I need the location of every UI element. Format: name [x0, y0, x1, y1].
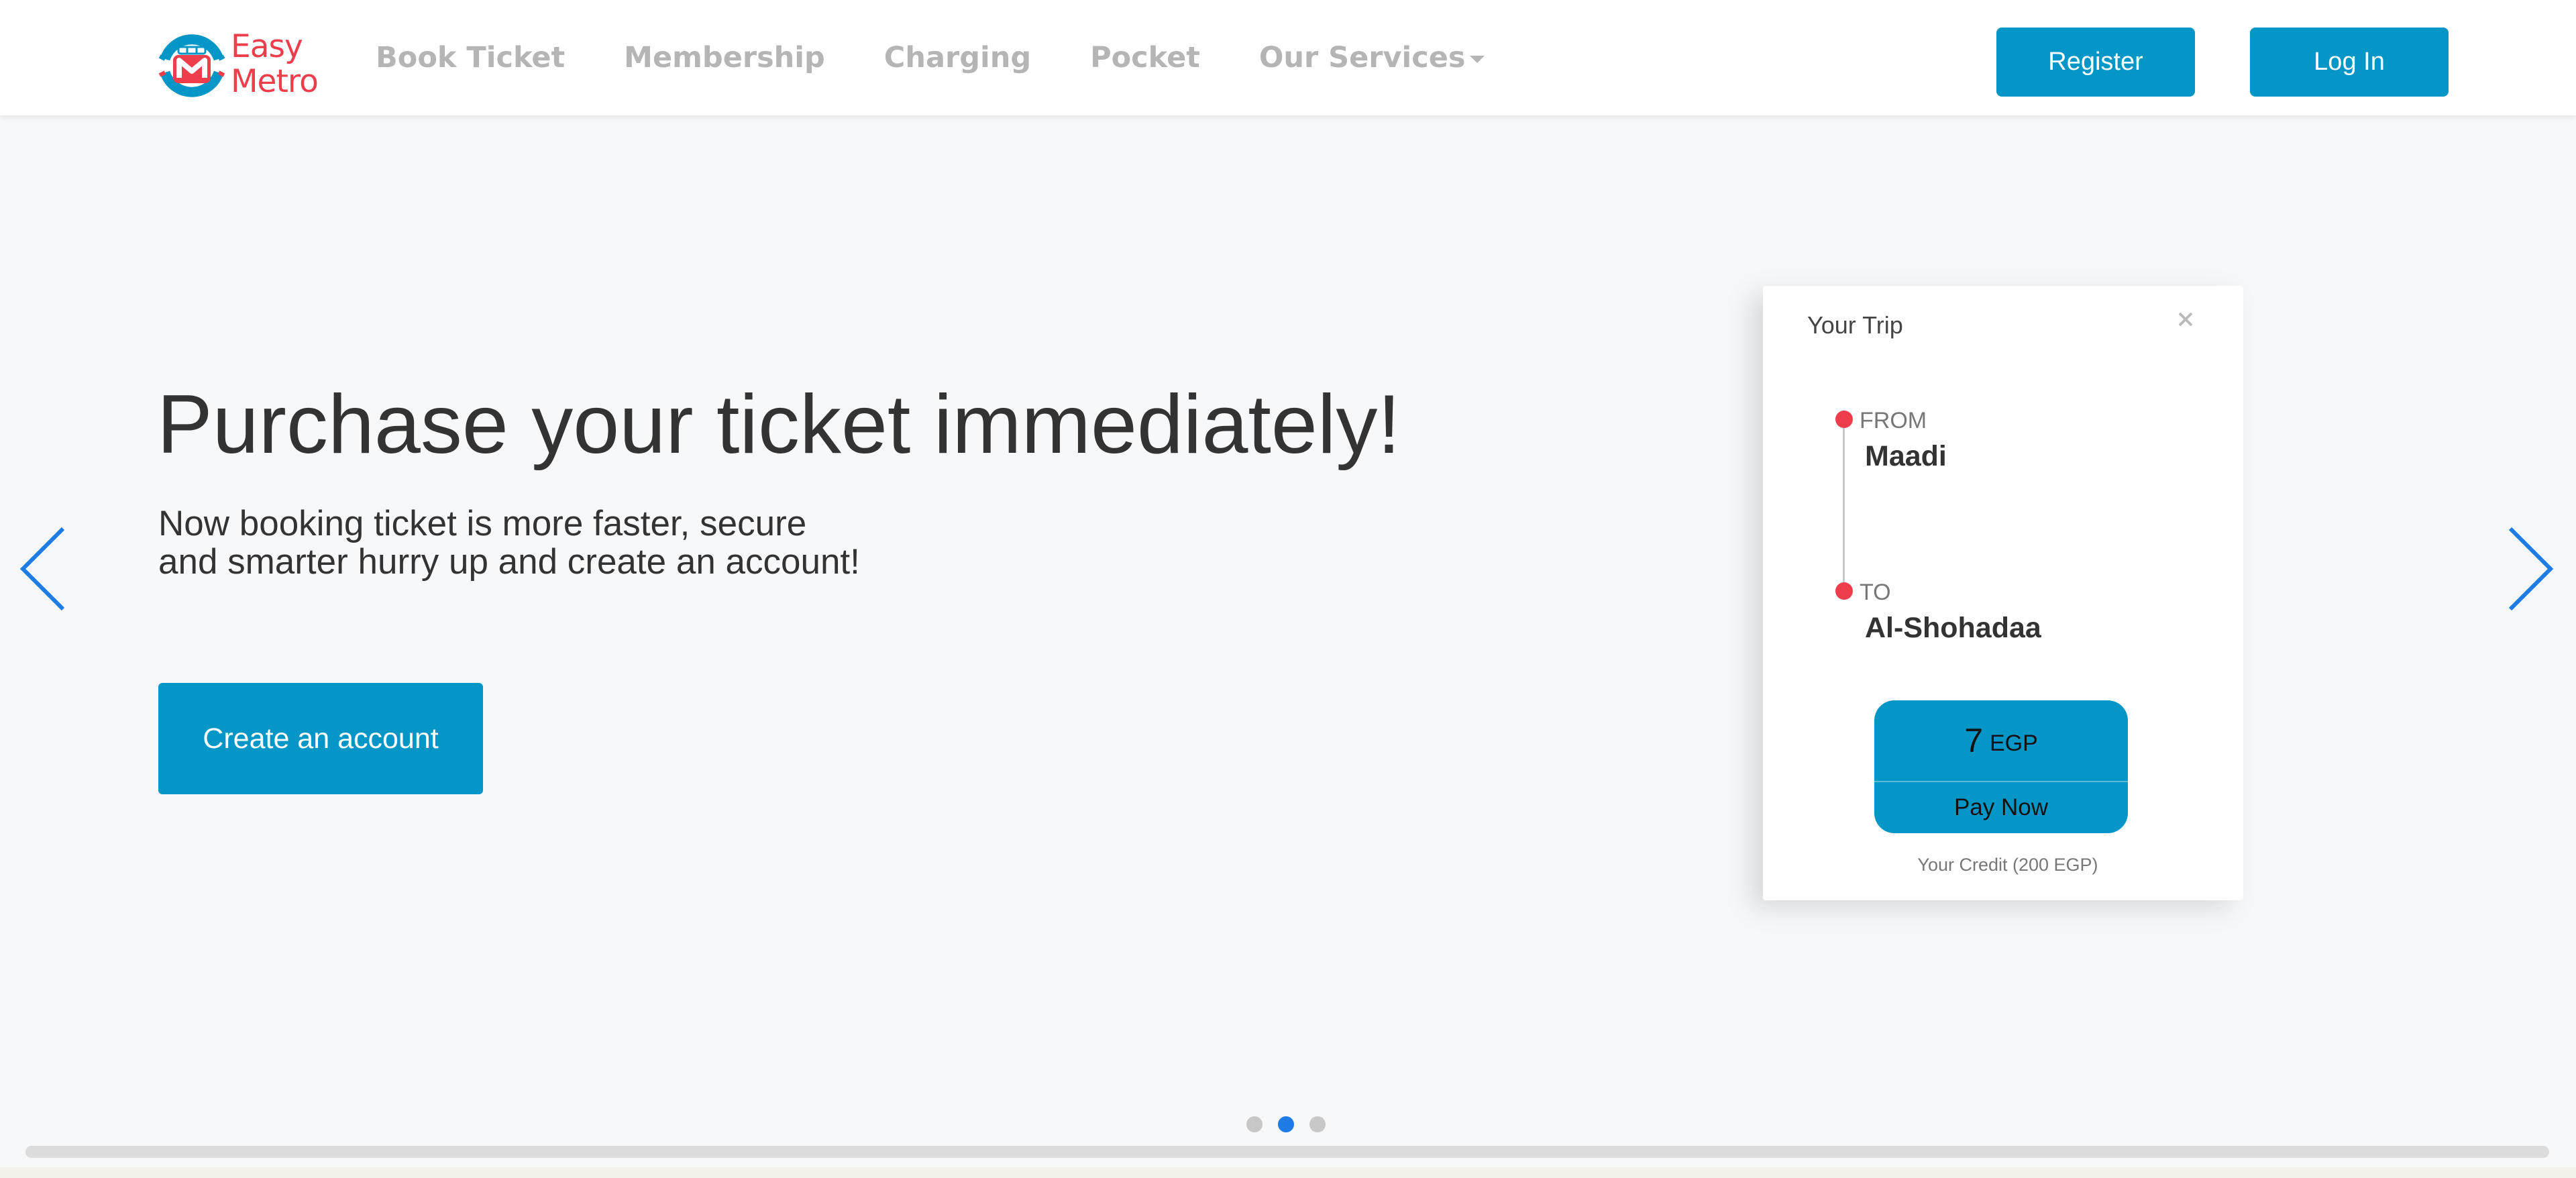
hero-title: Purchase your ticket immediately!	[157, 378, 1401, 471]
brand-name: Easy Metro	[231, 28, 319, 100]
hero-subtitle: Now booking ticket is more faster, secur…	[158, 504, 963, 581]
trip-card-title: Your Trip	[1807, 311, 1903, 339]
nav-our-services-dropdown[interactable]: Our Services	[1259, 41, 1485, 74]
horizontal-scrollbar[interactable]	[25, 1146, 2549, 1158]
pay-now-button[interactable]: Pay Now	[1874, 782, 2128, 833]
from-dot-icon	[1835, 411, 1853, 428]
nav-membership[interactable]: Membership	[624, 41, 825, 74]
trip-card: Your Trip FROM Maadi TO Al-Shohadaa 7 EG…	[1763, 286, 2243, 900]
chevron-left-icon[interactable]	[16, 523, 70, 614]
hero-subtitle-line-1: Now booking ticket is more faster, secur…	[158, 504, 807, 543]
carousel-indicators	[1246, 1116, 1326, 1132]
credit-balance: Your Credit (200 EGP)	[1917, 855, 2098, 875]
main-nav: Book Ticket Membership Charging Pocket O…	[376, 0, 1544, 115]
carousel-dot-1[interactable]	[1246, 1116, 1263, 1132]
route-line	[1843, 420, 1845, 594]
nav-book-ticket[interactable]: Book Ticket	[376, 41, 565, 74]
register-button[interactable]: Register	[1996, 28, 2195, 97]
login-button[interactable]: Log In	[2250, 28, 2449, 97]
to-station: Al-Shohadaa	[1865, 612, 2041, 644]
price-currency: EGP	[1990, 730, 2038, 756]
create-account-button[interactable]: Create an account	[158, 683, 483, 794]
chevron-right-icon[interactable]	[2504, 523, 2557, 614]
nav-pocket[interactable]: Pocket	[1090, 41, 1200, 74]
close-icon[interactable]	[2172, 306, 2199, 333]
nav-our-services-label: Our Services	[1258, 41, 1466, 74]
brand-line-1: Easy	[231, 28, 303, 65]
carousel-dot-3[interactable]	[1309, 1116, 1326, 1132]
metro-logo-icon	[158, 34, 225, 97]
hero-subtitle-line-2: and smarter hurry up and create an accou…	[158, 542, 860, 582]
to-label: TO	[1860, 580, 1891, 605]
price-value: 7	[1964, 722, 1983, 759]
brand-logo[interactable]: Easy Metro	[156, 27, 323, 102]
price: 7 EGP	[1874, 700, 2128, 781]
navbar: Easy Metro Book Ticket Membership Chargi…	[0, 0, 2576, 115]
to-dot-icon	[1835, 582, 1853, 600]
from-station: Maadi	[1865, 440, 1947, 472]
caret-down-icon	[1469, 55, 1485, 63]
carousel-dot-2[interactable]	[1278, 1116, 1294, 1132]
nav-charging[interactable]: Charging	[884, 41, 1031, 74]
brand-line-2: Metro	[231, 63, 319, 100]
pay-box: 7 EGP Pay Now	[1874, 700, 2128, 833]
page-bottom-edge	[0, 1167, 2576, 1178]
from-label: FROM	[1860, 408, 1927, 433]
